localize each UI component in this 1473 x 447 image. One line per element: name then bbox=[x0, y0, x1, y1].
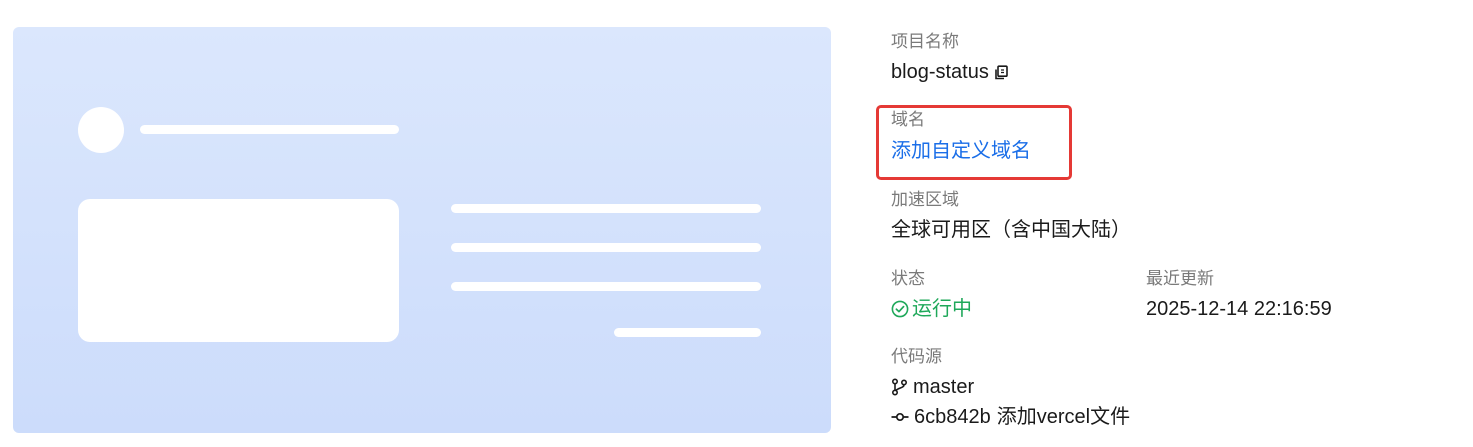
site-preview-placeholder bbox=[13, 27, 831, 433]
source-label: 代码源 bbox=[891, 347, 942, 366]
project-name-label: 项目名称 bbox=[891, 32, 959, 51]
commit-row: 6cb842b 添加vercel文件 bbox=[891, 405, 1130, 429]
preview-text-line bbox=[451, 204, 761, 213]
preview-text-line-short bbox=[614, 328, 761, 337]
check-circle-icon bbox=[891, 300, 909, 318]
project-name-row: blog-status bbox=[891, 60, 1009, 84]
branch-name: master bbox=[913, 376, 975, 398]
preview-text-line bbox=[451, 282, 761, 291]
last-updated-value: 2025-12-14 22:16:59 bbox=[1146, 298, 1332, 320]
git-branch-icon bbox=[891, 378, 908, 396]
status-label: 状态 bbox=[891, 269, 925, 288]
copy-icon[interactable] bbox=[994, 64, 1009, 80]
commit-message: 添加vercel文件 bbox=[996, 406, 1131, 428]
commit-hash: 6cb842b bbox=[914, 406, 991, 428]
branch-row: master bbox=[891, 375, 974, 399]
project-name-value: blog-status bbox=[891, 61, 989, 83]
preview-image-block bbox=[78, 199, 399, 342]
project-detail-page: 项目名称 blog-status 域名 添加自定义域名 加速区域 全球可用区（含… bbox=[0, 0, 1473, 447]
last-updated-label: 最近更新 bbox=[1146, 269, 1214, 288]
status-value: 运行中 bbox=[912, 298, 972, 320]
preview-text-line bbox=[451, 243, 761, 252]
region-value: 全球可用区（含中国大陆） bbox=[891, 219, 1131, 241]
region-label: 加速区域 bbox=[891, 190, 959, 209]
status-value-row: 运行中 bbox=[891, 297, 972, 321]
git-commit-icon bbox=[891, 410, 909, 424]
preview-avatar-shape bbox=[78, 107, 124, 153]
highlight-annotation-box bbox=[876, 105, 1072, 180]
preview-title-line bbox=[140, 125, 399, 134]
